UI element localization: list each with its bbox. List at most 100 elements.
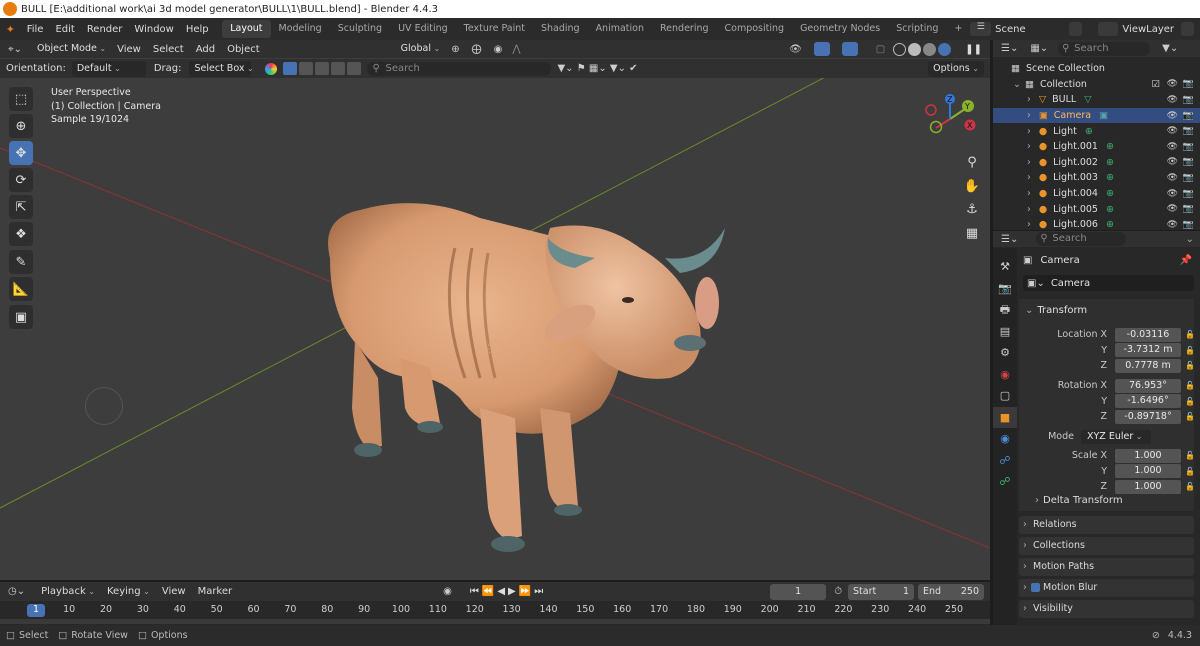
scene-tab-icon[interactable]: ⚙ bbox=[993, 342, 1017, 364]
outliner-row[interactable]: › ● Light ⊕ 👁 📷 bbox=[993, 123, 1200, 139]
tab-texture-paint[interactable]: Texture Paint bbox=[456, 20, 533, 38]
orientation-dropdown[interactable]: Default bbox=[71, 60, 146, 77]
row-expand-icon[interactable]: › bbox=[1027, 110, 1031, 121]
object-tab-icon[interactable]: ■ bbox=[993, 406, 1017, 428]
rendered-shading-icon[interactable] bbox=[938, 42, 952, 56]
select-extend-icon[interactable] bbox=[299, 62, 314, 75]
motion-paths-panel[interactable]: Motion Paths bbox=[1019, 558, 1194, 576]
blender-menu-icon[interactable]: ✦ bbox=[0, 23, 21, 36]
solid-shading-icon[interactable] bbox=[908, 42, 922, 56]
scale-tool[interactable]: ⇱ bbox=[9, 195, 33, 219]
add-workspace-button[interactable]: + bbox=[946, 20, 970, 38]
pivot-icon[interactable]: ⊕ bbox=[451, 44, 459, 55]
light-data-icon[interactable]: ⊕ bbox=[1106, 188, 1114, 199]
rotation-mode-dropdown[interactable]: XYZ Euler bbox=[1081, 429, 1151, 444]
collections-panel[interactable]: Collections bbox=[1019, 537, 1194, 555]
location-z-lock-icon[interactable]: 🔓 bbox=[1185, 361, 1195, 370]
visibility-eye-icon[interactable]: 👁 bbox=[1167, 189, 1178, 199]
row-expand-icon[interactable]: › bbox=[1027, 157, 1031, 168]
world-tab-icon[interactable]: ◉ bbox=[993, 364, 1017, 386]
render-visibility-icon[interactable]: 📷 bbox=[1183, 157, 1194, 167]
outliner-filter-icon[interactable]: ▼⌄ bbox=[1162, 43, 1178, 54]
tab-shading[interactable]: Shading bbox=[533, 20, 588, 38]
tab-layout[interactable]: Layout bbox=[222, 20, 271, 38]
render-visibility-icon[interactable]: 📷 bbox=[1183, 204, 1194, 214]
scale-y-lock-icon[interactable]: 🔓 bbox=[1185, 467, 1195, 476]
transform-panel-header[interactable]: ⌄ Transform bbox=[1019, 299, 1194, 321]
light-data-icon[interactable]: ⊕ bbox=[1106, 204, 1114, 215]
pause-render-icon[interactable]: ❚❚ bbox=[965, 44, 982, 55]
outliner-row[interactable]: › ▽ BULL ▽ 👁 📷 bbox=[993, 92, 1200, 108]
camera-data-icon[interactable]: ▣ bbox=[1099, 110, 1108, 121]
tab-geometry-nodes[interactable]: Geometry Nodes bbox=[792, 20, 888, 38]
camera-widget-icon[interactable] bbox=[85, 387, 123, 425]
visibility-eye-icon[interactable]: 👁 bbox=[1167, 220, 1178, 230]
viewport-menu-add[interactable]: Add bbox=[190, 44, 221, 55]
collection-visibility-icon[interactable]: 👁 bbox=[1167, 79, 1178, 89]
output-tab-icon[interactable]: 🖶 bbox=[993, 299, 1017, 321]
datablock-selector[interactable]: ▣⌄ Camera bbox=[1023, 275, 1194, 291]
view-layer-tab-icon[interactable]: ▤ bbox=[993, 321, 1017, 343]
snap-icon[interactable]: ⨁ bbox=[472, 44, 482, 55]
collection-render-icon[interactable]: 📷 bbox=[1183, 79, 1194, 89]
tab-scripting[interactable]: Scripting bbox=[888, 20, 946, 38]
scene-collection-row[interactable]: ▦ Scene Collection bbox=[993, 61, 1200, 77]
scene-icon[interactable]: ☰ bbox=[970, 22, 992, 36]
light-data-icon[interactable]: ⊕ bbox=[1106, 219, 1114, 230]
mesh-data-icon[interactable]: ▽ bbox=[1084, 94, 1091, 105]
annotate-tool[interactable]: ✎ bbox=[9, 250, 33, 274]
select-box-tool[interactable]: ⬚ bbox=[9, 87, 33, 111]
row-expand-icon[interactable]: › bbox=[1027, 141, 1031, 152]
visibility-eye-icon[interactable]: 👁 bbox=[1167, 173, 1178, 183]
visibility-eye-icon[interactable]: 👁 bbox=[1167, 204, 1178, 214]
visibility-panel[interactable]: Visibility bbox=[1019, 600, 1194, 618]
pin-icon[interactable]: 📌 bbox=[1180, 255, 1192, 266]
motion-blur-panel[interactable]: Motion Blur bbox=[1019, 579, 1194, 597]
tab-sculpting[interactable]: Sculpting bbox=[330, 20, 390, 38]
proportional-edit-icon[interactable]: ◉ bbox=[494, 44, 503, 55]
scale-x-lock-icon[interactable]: 🔓 bbox=[1185, 451, 1195, 460]
tab-rendering[interactable]: Rendering bbox=[652, 20, 717, 38]
constraints-tab-icon[interactable]: ☍ bbox=[993, 450, 1017, 472]
viewport-menu-object[interactable]: Object bbox=[221, 44, 266, 55]
xray-icon[interactable]: ▢ bbox=[876, 44, 885, 55]
outliner-row[interactable]: › ● Light.001 ⊕ 👁 📷 bbox=[993, 139, 1200, 155]
outliner-row[interactable]: › ▣ Camera ▣ 👁 📷 bbox=[993, 107, 1200, 124]
wireframe-shading-icon[interactable] bbox=[893, 42, 907, 56]
visibility-icon[interactable]: 👁 bbox=[789, 44, 802, 55]
display-mode-icon[interactable]: ▦⌄ bbox=[1030, 43, 1048, 54]
material-shading-icon[interactable] bbox=[923, 42, 937, 56]
render-visibility-icon[interactable]: 📷 bbox=[1183, 95, 1194, 105]
render-tab-icon[interactable]: 📷 bbox=[993, 278, 1017, 300]
visibility-eye-icon[interactable]: 👁 bbox=[1167, 95, 1178, 105]
row-expand-icon[interactable]: › bbox=[1027, 219, 1031, 230]
outliner-search-input[interactable]: ⚲ Search bbox=[1058, 41, 1151, 56]
light-data-icon[interactable]: ⊕ bbox=[1106, 172, 1114, 183]
location-y-field[interactable]: -3.7312 m bbox=[1115, 343, 1181, 358]
bull-model[interactable] bbox=[328, 203, 725, 552]
row-expand-icon[interactable]: › bbox=[1027, 126, 1031, 137]
rotation-y-lock-icon[interactable]: 🔓 bbox=[1185, 397, 1195, 406]
properties-options-icon[interactable]: ⌄ bbox=[1186, 234, 1194, 245]
select-subtract-icon[interactable] bbox=[315, 62, 330, 75]
outliner-row[interactable]: › ● Light.005 ⊕ 👁 📷 bbox=[993, 201, 1200, 217]
rotation-z-field[interactable]: -0.89718° bbox=[1115, 409, 1181, 424]
camera-view-icon[interactable]: ⚓ bbox=[961, 198, 983, 222]
properties-search-input[interactable]: ⚲ Search bbox=[1036, 232, 1127, 246]
new-scene-icon[interactable] bbox=[1068, 22, 1082, 36]
scene-selector[interactable]: Scene bbox=[995, 24, 1068, 35]
location-x-lock-icon[interactable]: 🔓 bbox=[1185, 330, 1195, 339]
render-visibility-icon[interactable]: 📷 bbox=[1183, 126, 1194, 136]
viewport-search-input[interactable]: ⚲ Search bbox=[367, 61, 552, 76]
mode-selector[interactable]: Object Mode bbox=[32, 41, 112, 57]
rotate-tool[interactable]: ⟳ bbox=[9, 168, 33, 192]
viewlayer-selector[interactable]: ViewLayer bbox=[1122, 24, 1180, 35]
falloff-icon[interactable]: ⋀ bbox=[512, 44, 520, 55]
outliner-row[interactable]: › ● Light.003 ⊕ 👁 📷 bbox=[993, 170, 1200, 186]
tab-compositing[interactable]: Compositing bbox=[717, 20, 793, 38]
visibility-eye-icon[interactable]: 👁 bbox=[1167, 126, 1178, 136]
viewlayer-icon[interactable] bbox=[1097, 22, 1119, 36]
rotation-y-field[interactable]: -1.6496° bbox=[1115, 394, 1181, 409]
properties-editor-icon[interactable]: ☰⌄ bbox=[1001, 234, 1018, 245]
menu-edit[interactable]: Edit bbox=[49, 24, 80, 35]
